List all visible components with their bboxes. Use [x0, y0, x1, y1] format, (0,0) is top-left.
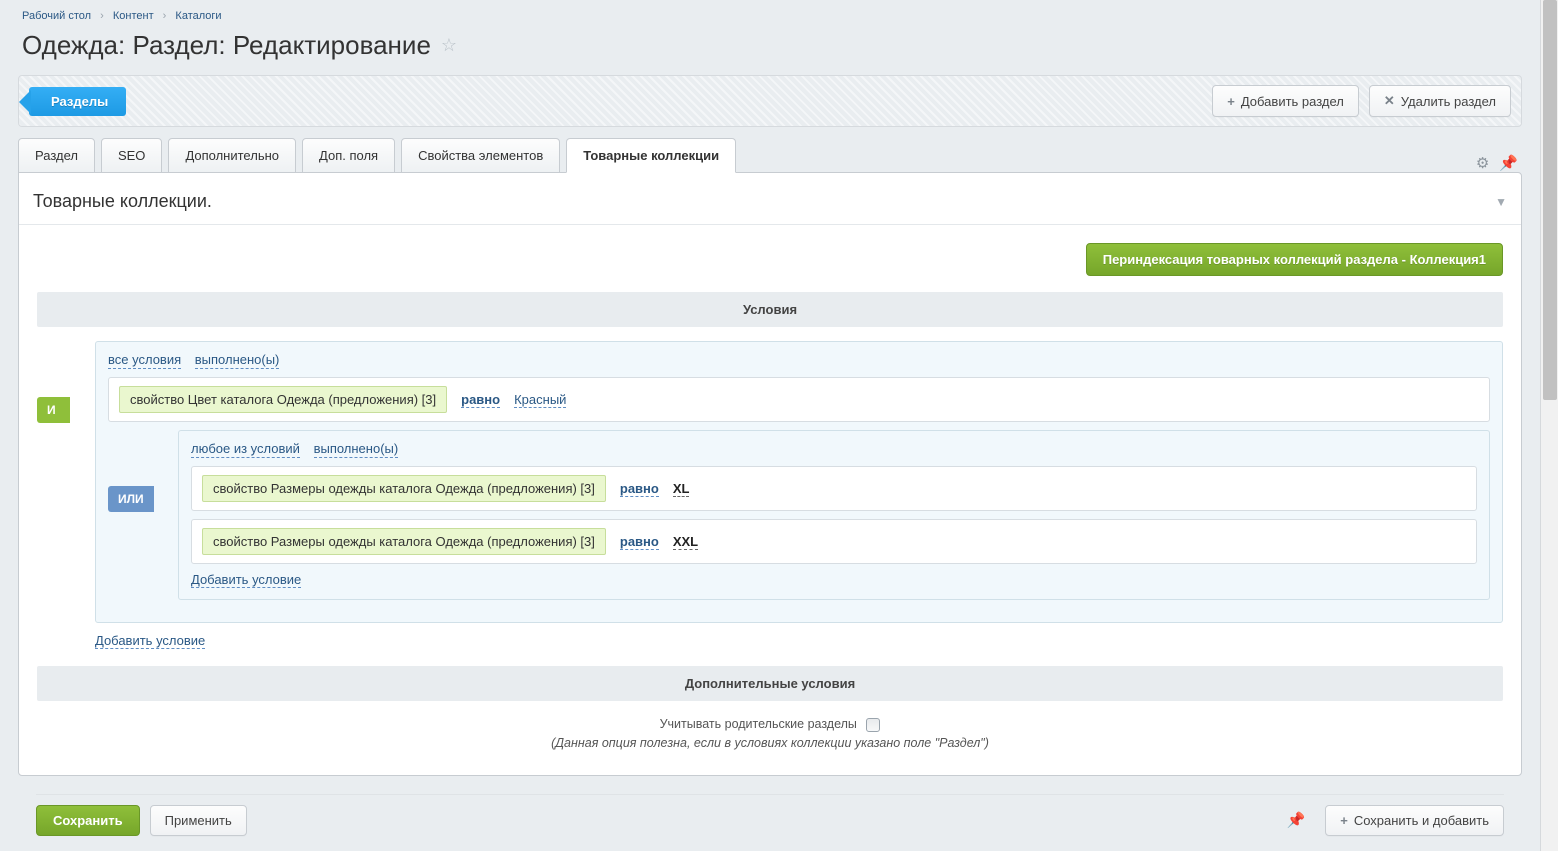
condition-group-and: И все условия выполнено(ы) свойство Цвет… [37, 341, 1503, 623]
collapse-icon[interactable]: ▼ [1495, 195, 1507, 209]
tab-section[interactable]: Раздел [18, 138, 95, 173]
button-label: Удалить раздел [1401, 94, 1496, 109]
plus-icon: + [1340, 813, 1348, 828]
all-conditions-selector[interactable]: все условия [108, 352, 181, 369]
additional-conditions-header: Дополнительные условия [37, 666, 1503, 701]
breadcrumb-link[interactable]: Контент [113, 10, 154, 22]
and-badge: И [37, 397, 70, 423]
conditions-header: Условия [37, 292, 1503, 327]
section-toolbar: Разделы + Добавить раздел ✕ Удалить раздел [18, 75, 1522, 127]
scrollbar-thumb[interactable] [1543, 0, 1557, 400]
reindex-button[interactable]: Периндексация товарных коллекций раздела… [1086, 243, 1503, 276]
property-chip[interactable]: свойство Размеры одежды каталога Одежда … [202, 528, 606, 555]
chevron-right-icon: › [100, 10, 104, 22]
operator-selector[interactable]: равно [620, 481, 659, 497]
tab-bar: Раздел SEO Дополнительно Доп. поля Свойс… [18, 137, 1522, 172]
parent-sections-hint: (Данная опция полезна, если в условиях к… [551, 736, 989, 750]
close-icon: ✕ [1384, 93, 1395, 109]
panel-title: Товарные коллекции. [33, 191, 212, 212]
chevron-right-icon: › [163, 10, 167, 22]
value-selector[interactable]: XXL [673, 534, 698, 550]
tab-element-properties[interactable]: Свойства элементов [401, 138, 560, 173]
operator-selector[interactable]: равно [620, 534, 659, 550]
value-selector[interactable]: XL [673, 481, 690, 497]
value-selector[interactable]: Красный [514, 392, 566, 408]
button-label: Добавить раздел [1241, 94, 1344, 109]
breadcrumb-link[interactable]: Каталоги [175, 10, 221, 22]
delete-section-button[interactable]: ✕ Удалить раздел [1369, 85, 1511, 117]
page-title: Одежда: Раздел: Редактирование [22, 30, 431, 61]
gear-icon[interactable]: ⚙ [1476, 154, 1489, 172]
breadcrumb-link[interactable]: Рабочий стол [22, 10, 91, 22]
tab-seo[interactable]: SEO [101, 138, 162, 173]
property-chip[interactable]: свойство Цвет каталога Одежда (предложен… [119, 386, 447, 413]
button-label: Сохранить и добавить [1354, 813, 1489, 828]
tab-product-collections[interactable]: Товарные коллекции [566, 138, 736, 173]
save-and-add-button[interactable]: + Сохранить и добавить [1325, 805, 1504, 836]
parent-sections-checkbox[interactable] [866, 718, 880, 732]
tab-additional[interactable]: Дополнительно [168, 138, 296, 173]
property-chip[interactable]: свойство Размеры одежды каталога Одежда … [202, 475, 606, 502]
done-selector[interactable]: выполнено(ы) [195, 352, 280, 369]
done-selector[interactable]: выполнено(ы) [314, 441, 399, 458]
add-condition-link[interactable]: Добавить условие [191, 572, 301, 588]
footer-actions: Сохранить Применить 📌 + Сохранить и добав… [36, 794, 1504, 846]
condition-group-or: ИЛИ любое из условий выполнено(ы) свойст… [108, 430, 1490, 600]
vertical-scrollbar[interactable] [1540, 0, 1558, 851]
sections-tag[interactable]: Разделы [29, 87, 126, 116]
parent-sections-label: Учитывать родительские разделы [660, 717, 857, 731]
pin-icon[interactable]: 📌 [1499, 154, 1518, 172]
tab-extra-fields[interactable]: Доп. поля [302, 138, 395, 173]
add-section-button[interactable]: + Добавить раздел [1212, 85, 1359, 117]
collections-panel: Товарные коллекции. ▼ Периндексация това… [18, 172, 1522, 776]
favorite-star-icon[interactable]: ☆ [441, 35, 457, 56]
pin-icon[interactable]: 📌 [1287, 811, 1310, 829]
condition-row: свойство Размеры одежды каталога Одежда … [191, 466, 1477, 511]
breadcrumb: Рабочий стол › Контент › Каталоги [0, 0, 1540, 28]
apply-button[interactable]: Применить [150, 805, 247, 836]
add-condition-link[interactable]: Добавить условие [95, 633, 205, 649]
condition-row: свойство Цвет каталога Одежда (предложен… [108, 377, 1490, 422]
condition-row: свойство Размеры одежды каталога Одежда … [191, 519, 1477, 564]
save-button[interactable]: Сохранить [36, 805, 140, 836]
or-badge: ИЛИ [108, 486, 154, 512]
operator-selector[interactable]: равно [461, 392, 500, 408]
any-conditions-selector[interactable]: любое из условий [191, 441, 300, 458]
plus-icon: + [1227, 94, 1235, 109]
